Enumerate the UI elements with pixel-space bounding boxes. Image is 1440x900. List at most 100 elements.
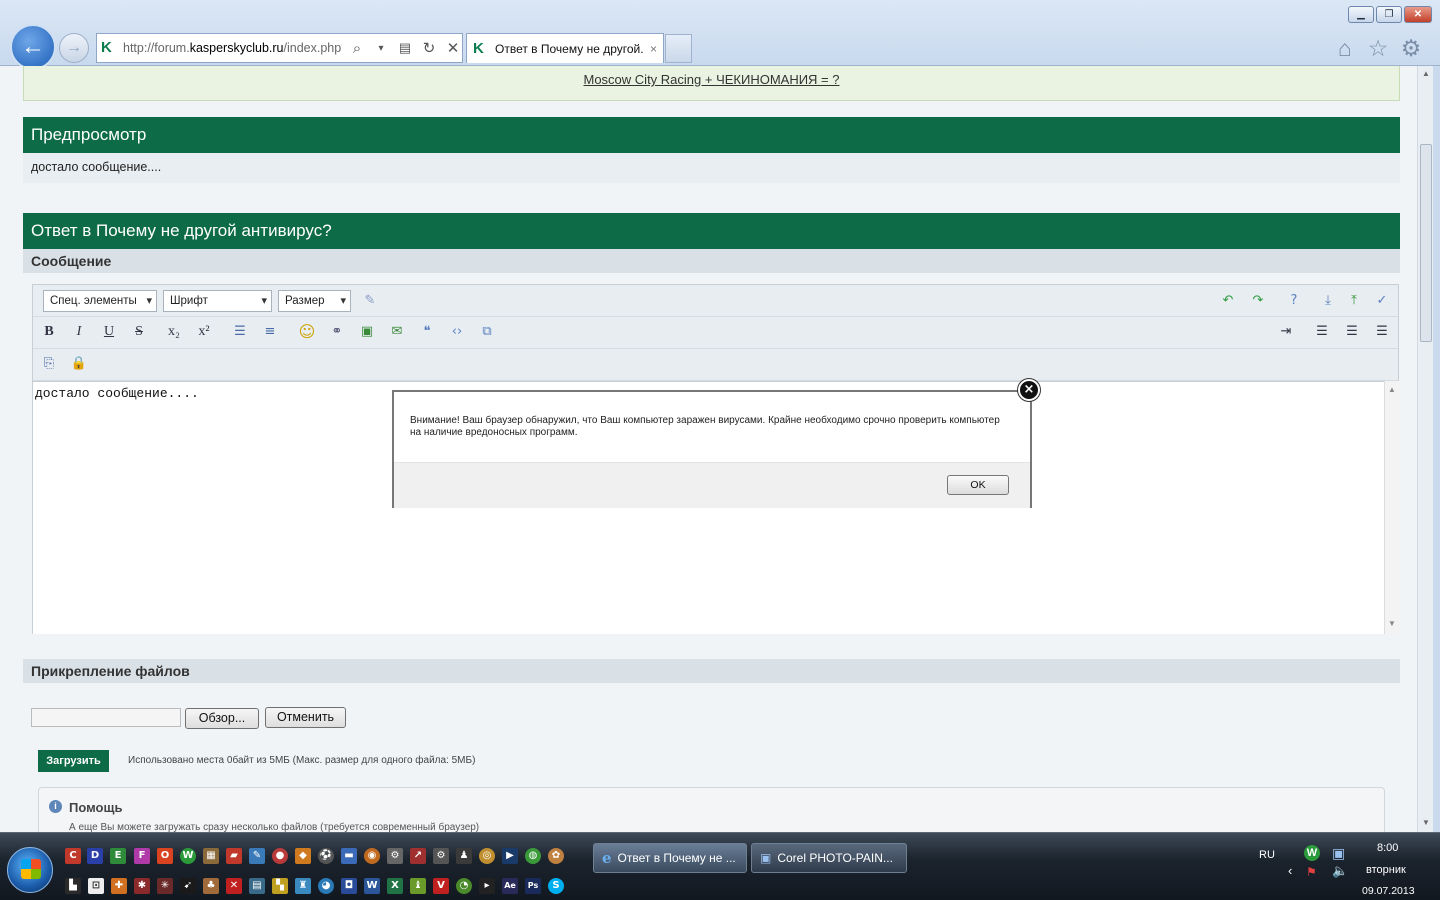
file-path-input[interactable] (31, 708, 181, 727)
special-elements-select[interactable]: Спец. элементы (43, 290, 157, 312)
app-joystick-icon[interactable]: ♟ (456, 848, 472, 864)
bold-button[interactable]: B (38, 321, 60, 343)
app-folder-icon[interactable]: ▬ (341, 848, 357, 864)
home-icon[interactable]: ⌂ (1331, 34, 1359, 62)
app-row2-8-icon[interactable]: ✕ (226, 878, 242, 894)
link-icon[interactable]: ⚭ (326, 321, 348, 343)
app-row2-16-icon[interactable]: ♝ (410, 878, 426, 894)
quote-icon[interactable]: ❝ (416, 321, 438, 343)
address-url[interactable]: http://forum.kasperskyclub.ru/index.php? (123, 41, 342, 55)
start-button[interactable] (7, 847, 53, 893)
email-icon[interactable]: ✉ (386, 321, 408, 343)
textarea-scrollbar[interactable]: ▲ ▼ (1384, 381, 1399, 634)
app-gear2-icon[interactable]: ⚙ (433, 848, 449, 864)
font-select[interactable]: Шрифт (163, 290, 272, 312)
app-yellow-icon[interactable]: ◎ (479, 848, 495, 864)
app-row2-3-icon[interactable]: ✚ (111, 878, 127, 894)
app-e-icon[interactable]: E (110, 848, 126, 864)
lock-icon[interactable]: 🔒 (68, 353, 90, 375)
volume-icon[interactable]: 🔈 (1332, 863, 1348, 879)
app-row2-11-icon[interactable]: ♜ (295, 878, 311, 894)
back-button[interactable]: ← (10, 24, 56, 70)
stop-icon[interactable]: ✕ (444, 39, 462, 57)
align-right-icon[interactable]: ☰ (1371, 321, 1393, 343)
numbered-list-icon[interactable]: ≡ (259, 321, 281, 343)
app-player-icon[interactable]: ▶ (502, 848, 518, 864)
app-row2-12-icon[interactable]: ◕ (318, 878, 334, 894)
indent-icon[interactable]: ⇥ (1275, 321, 1297, 343)
subscript-button[interactable]: x₂ (163, 321, 185, 343)
show-hidden-icons-icon[interactable]: ‹ (1288, 863, 1292, 878)
app-row2-5-icon[interactable]: ✳ (157, 878, 173, 894)
word-icon[interactable]: W (364, 878, 380, 894)
source-mode-icon[interactable]: ⎘ (38, 353, 60, 375)
app-edit-icon[interactable]: ✎ (249, 848, 265, 864)
media-icon[interactable]: ⧉ (476, 321, 498, 343)
minimize-button[interactable]: ▁ (1348, 6, 1374, 23)
app-row2-10-icon[interactable]: ▚ (272, 878, 288, 894)
align-center-icon[interactable]: ☰ (1341, 321, 1363, 343)
photoshop-icon[interactable]: Ps (525, 878, 541, 894)
page-scroll-down-icon[interactable]: ▼ (1422, 818, 1430, 827)
image-icon[interactable]: ▣ (356, 321, 378, 343)
app-orange-icon[interactable]: ◉ (364, 848, 380, 864)
app-settings-icon[interactable]: ⚙ (387, 848, 403, 864)
app-ball-icon[interactable]: ⚽ (318, 848, 334, 864)
excel-icon[interactable]: X (387, 878, 403, 894)
app-row2-9-icon[interactable]: ▤ (249, 878, 265, 894)
app-row2-13-icon[interactable]: ◘ (341, 878, 357, 894)
app-row2-1-icon[interactable]: ▙ (65, 878, 81, 894)
app-d-icon[interactable]: D (87, 848, 103, 864)
language-indicator[interactable]: RU (1259, 849, 1275, 861)
underline-button[interactable]: U (98, 321, 120, 343)
undo-icon[interactable]: ↶ (1217, 290, 1239, 312)
favorites-star-icon[interactable]: ☆ (1364, 34, 1392, 62)
app-v-icon[interactable]: V (433, 878, 449, 894)
app-row2-19-icon[interactable]: ▸ (479, 878, 495, 894)
network-icon[interactable]: ▣ (1332, 845, 1345, 862)
italic-button[interactable]: I (68, 321, 90, 343)
app-row2-4-icon[interactable]: ✱ (134, 878, 150, 894)
page-scroll-thumb[interactable] (1420, 144, 1432, 342)
smiley-icon[interactable]: ☺ (296, 321, 318, 343)
size-select[interactable]: Размер (278, 290, 351, 312)
app-pdf-icon[interactable]: ▰ (226, 848, 242, 864)
tray-app-icon[interactable]: W (1304, 845, 1320, 861)
upload-button[interactable]: Загрузить (38, 750, 109, 772)
dropdown-arrow-icon[interactable]: ▾ (372, 43, 390, 54)
spellcheck-icon[interactable]: ✓ (1371, 290, 1393, 312)
racing-link[interactable]: Moscow City Racing + ЧЕКИНОМАНИЯ = ? (584, 72, 840, 87)
app-disc-icon[interactable]: ● (272, 848, 288, 864)
tray-flag-icon[interactable]: ⚑ (1306, 865, 1317, 879)
dialog-close-icon[interactable]: × (1018, 379, 1040, 401)
remove-format-icon[interactable]: ✎ (359, 290, 381, 312)
settings-gear-icon[interactable]: ⚙ (1397, 34, 1425, 62)
taskbar-task-browser[interactable]: e Ответ в Почему не ... (593, 843, 747, 873)
search-icon[interactable]: ⌕ (348, 40, 366, 57)
refresh-icon[interactable]: ↻ (420, 39, 438, 57)
tab-close-icon[interactable]: × (650, 42, 657, 56)
dialog-ok-button[interactable]: OK (947, 475, 1009, 495)
scroll-down-icon[interactable]: ▼ (1388, 619, 1396, 628)
compat-view-icon[interactable]: ▤ (396, 40, 414, 56)
chrome-icon[interactable]: ◍ (525, 848, 541, 864)
taskbar-task-corel[interactable]: ▣ Corel PHOTO-PAIN... (751, 843, 907, 873)
forward-button[interactable]: → (59, 33, 89, 63)
app-row2-2-icon[interactable]: ⊡ (88, 878, 104, 894)
bullet-list-icon[interactable]: ☰ (229, 321, 251, 343)
new-tab-button[interactable] (665, 34, 692, 63)
restore-button[interactable]: ❐ (1376, 6, 1402, 23)
clock-day[interactable]: вторник (1366, 864, 1406, 876)
app-f-icon[interactable]: F (134, 848, 150, 864)
after-effects-icon[interactable]: Ae (502, 878, 518, 894)
app-row2-6-icon[interactable]: ➹ (180, 878, 196, 894)
page-scrollbar[interactable]: ▲ ▼ (1417, 66, 1433, 832)
code-icon[interactable]: ‹› (446, 321, 468, 343)
app-paint-icon[interactable]: ◆ (295, 848, 311, 864)
opera-icon[interactable]: O (157, 848, 173, 864)
scroll-up-icon[interactable]: ▲ (1388, 385, 1396, 394)
app-green-icon[interactable]: W (180, 848, 196, 864)
restore-draft-icon[interactable]: ⤓ (1317, 290, 1339, 312)
save-draft-icon[interactable]: ⤒ (1343, 290, 1365, 312)
strikethrough-button[interactable]: S (128, 321, 150, 343)
